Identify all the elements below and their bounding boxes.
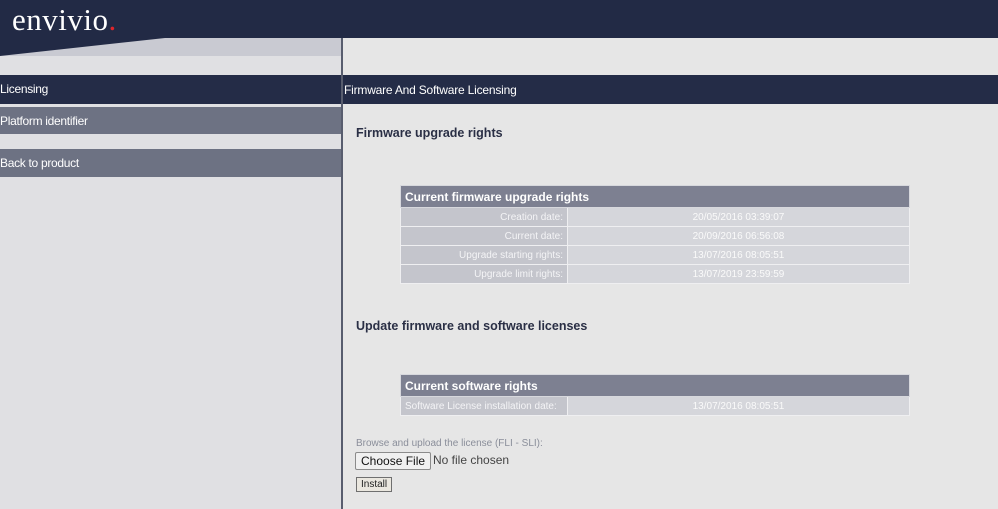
software-rights-table: Current software rights Software License…: [400, 374, 910, 416]
row-label: Software License installation date:: [400, 396, 568, 416]
row-value: 13/07/2019 23:59:59: [567, 264, 910, 284]
row-label: Creation date:: [400, 207, 568, 227]
logo-dot: .: [108, 2, 117, 37]
row-value: 20/09/2016 06:56:08: [567, 226, 910, 246]
table-row: Software License installation date: 13/0…: [400, 396, 910, 416]
sidebar-divider: [341, 38, 343, 509]
row-label: Upgrade starting rights:: [400, 245, 568, 265]
table-row: Upgrade limit rights: 13/07/2019 23:59:5…: [400, 264, 910, 284]
envivio-logo: envivio.: [12, 2, 117, 38]
table-row: Creation date: 20/05/2016 03:39:07: [400, 207, 910, 227]
choose-file-button[interactable]: Choose File: [355, 452, 432, 470]
table-row: Current date: 20/09/2016 06:56:08: [400, 226, 910, 246]
upload-label: Browse and upload the license (FLI - SLI…: [356, 438, 543, 449]
firmware-heading: Firmware upgrade rights: [356, 126, 503, 140]
row-value: 13/07/2016 08:05:51: [567, 245, 910, 265]
top-header: envivio.: [0, 0, 998, 38]
firmware-rights-table: Current firmware upgrade rights Creation…: [400, 185, 910, 284]
sidebar-item-licensing[interactable]: Licensing: [0, 75, 341, 104]
page-title: Firmware And Software Licensing: [343, 75, 998, 104]
row-value: 13/07/2016 08:05:51: [567, 396, 910, 416]
logo-text: envivio: [12, 2, 109, 37]
table-row: Upgrade starting rights: 13/07/2016 08:0…: [400, 245, 910, 265]
software-table-header: Current software rights: [400, 374, 910, 397]
sidebar-cap: [0, 38, 341, 56]
update-heading: Update firmware and software licenses: [356, 319, 588, 333]
install-button[interactable]: Install: [356, 477, 393, 492]
sidebar-item-platform-identifier[interactable]: Platform identifier: [0, 107, 341, 134]
no-file-chosen-text: No file chosen: [433, 453, 510, 467]
row-label: Upgrade limit rights:: [400, 264, 568, 284]
sidebar-cap-wedge: [0, 38, 165, 56]
row-label: Current date:: [400, 226, 568, 246]
firmware-table-header: Current firmware upgrade rights: [400, 185, 910, 208]
sidebar-item-back-to-product[interactable]: Back to product: [0, 149, 341, 177]
row-value: 20/05/2016 03:39:07: [567, 207, 910, 227]
